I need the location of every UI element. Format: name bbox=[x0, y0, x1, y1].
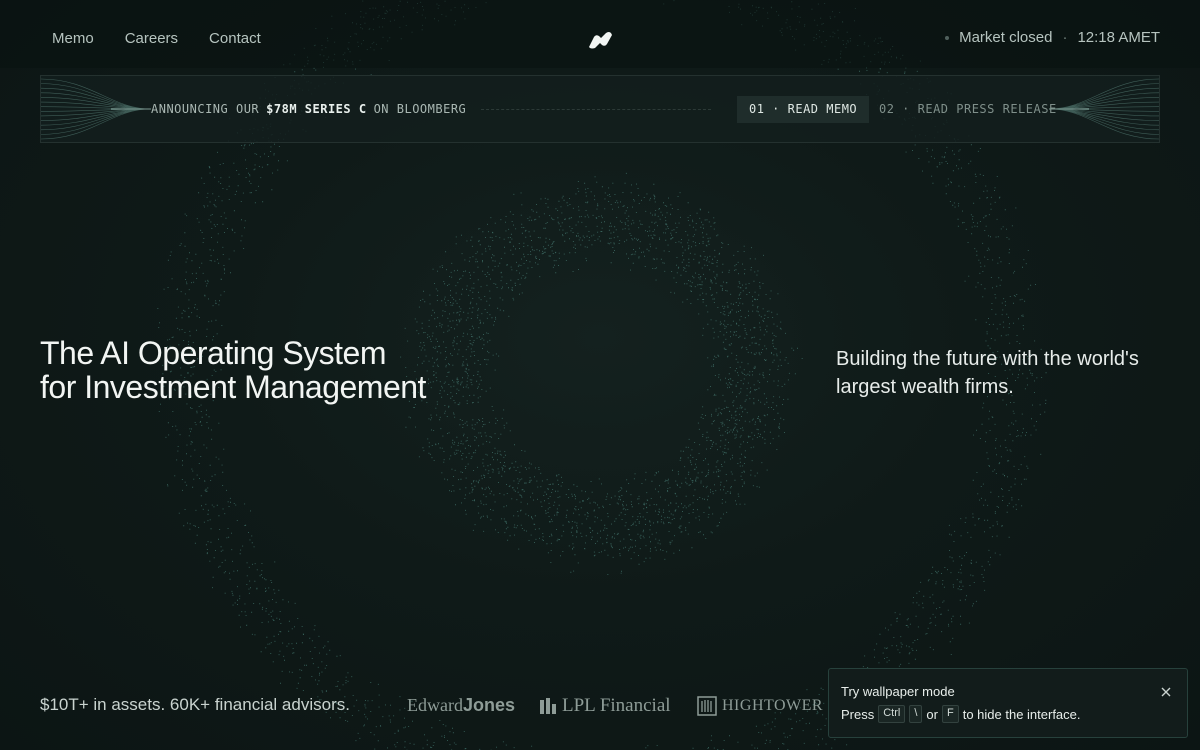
kbd-backslash: \ bbox=[909, 705, 923, 723]
hero-title-line1: The AI Operating System bbox=[40, 335, 387, 371]
nav-links: Memo Careers Contact bbox=[52, 30, 261, 47]
read-press-release-link[interactable]: 02 · READ PRESS RELEASE bbox=[879, 96, 1057, 123]
hero-title-line2: for Investment Management bbox=[40, 369, 426, 405]
wallpaper-mode-toast: Try wallpaper mode Press Ctrl \ or F to … bbox=[828, 668, 1188, 738]
lpl-financial-logo: LPL Financial bbox=[540, 695, 671, 717]
banner-left-wave-decoration bbox=[41, 78, 151, 140]
kbd-ctrl: Ctrl bbox=[878, 705, 906, 723]
brand-logo-icon[interactable] bbox=[588, 31, 613, 49]
lpl-financial-logo-text: LPL Financial bbox=[562, 695, 671, 716]
market-status-text: Market closed bbox=[959, 29, 1053, 46]
announce-highlight: $78M SERIES C bbox=[266, 102, 367, 116]
lpl-mark-icon bbox=[540, 698, 556, 714]
edward-jones-logo-word2: Jones bbox=[462, 695, 516, 715]
edward-jones-logo-word1: Edward bbox=[407, 695, 463, 715]
announcement-banner: ANNOUNCING OUR $78M SERIES C ON BLOOMBER… bbox=[40, 75, 1160, 143]
market-status-dot bbox=[945, 35, 950, 40]
read-memo-button[interactable]: 01 · READ MEMO bbox=[737, 96, 870, 123]
kbd-f: F bbox=[941, 705, 959, 723]
nav-link-memo[interactable]: Memo bbox=[52, 30, 94, 47]
stats-text: $10T+ in assets. 60K+ financial advisors… bbox=[40, 695, 350, 714]
nav-link-careers[interactable]: Careers bbox=[125, 30, 178, 47]
toast-or-text: or bbox=[926, 706, 938, 722]
toast-title: Try wallpaper mode bbox=[841, 684, 955, 699]
announcement-text: ANNOUNCING OUR $78M SERIES C ON BLOOMBER… bbox=[151, 102, 466, 116]
page: Memo Careers Contact Market closed · 12:… bbox=[0, 0, 1200, 750]
nav-link-contact[interactable]: Contact bbox=[209, 30, 261, 47]
toast-press-text: Press bbox=[841, 706, 875, 722]
close-icon[interactable] bbox=[1159, 685, 1173, 699]
market-status: Market closed · 12:18 AMET bbox=[945, 29, 1160, 46]
hero-title: The AI Operating System for Investment M… bbox=[40, 336, 426, 404]
hightower-logo: HIGHTOWER bbox=[697, 696, 823, 716]
separator: · bbox=[1062, 29, 1068, 46]
hightower-logo-text: HIGHTOWER bbox=[722, 697, 824, 714]
announce-suffix: ON BLOOMBERG bbox=[373, 102, 467, 116]
edward-jones-logo: EdwardJones bbox=[407, 695, 515, 716]
banner-right-wave-decoration bbox=[1049, 78, 1159, 140]
toast-body: Press Ctrl \ or F to hide the interface. bbox=[841, 705, 1081, 723]
banner-divider bbox=[481, 109, 711, 110]
market-time: 12:18 AMET bbox=[1077, 29, 1160, 46]
toast-suffix-text: to hide the interface. bbox=[962, 706, 1081, 722]
hero-subtitle: Building the future with the world's lar… bbox=[836, 348, 1139, 398]
top-nav: Memo Careers Contact Market closed · 12:… bbox=[0, 0, 1200, 68]
announce-prefix: ANNOUNCING OUR bbox=[151, 102, 260, 116]
hightower-mark-icon bbox=[697, 696, 717, 716]
